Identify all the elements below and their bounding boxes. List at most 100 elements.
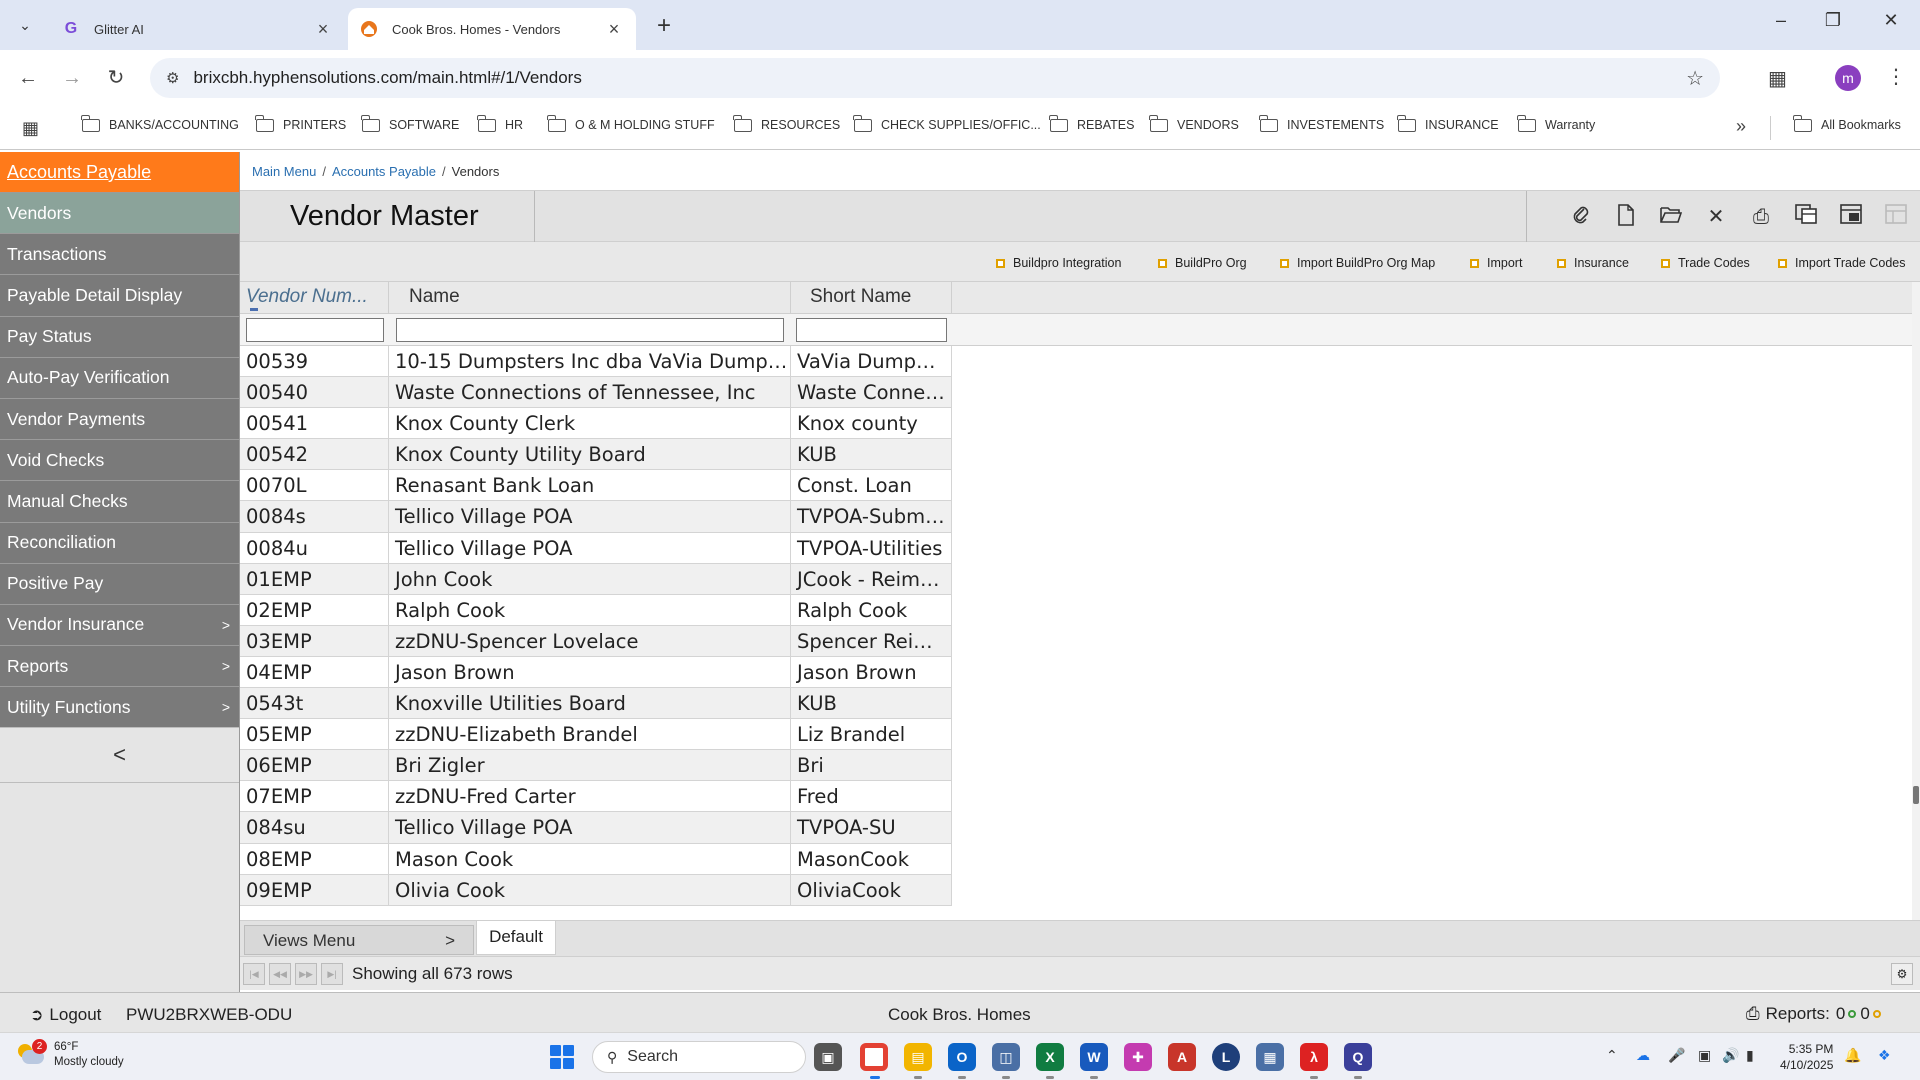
table-row[interactable]: 06EMP Bri Zigler Bri [240, 750, 952, 782]
address-bar[interactable]: ⚙ brixcbh.hyphensolutions.com/main.html#… [150, 58, 1720, 98]
extensions-puzzle-icon[interactable]: ▦ [1768, 66, 1787, 91]
weather-widget[interactable]: 2 66°F Mostly cloudy [18, 1039, 124, 1070]
table-row[interactable]: 0543t Knoxville Utilities Board KUB [240, 688, 952, 720]
browser-tab-glitter[interactable]: G Glitter AI × [50, 8, 345, 50]
sidebar-item-vendors[interactable]: Vendors [0, 192, 239, 234]
sidebar-item-vendor-payments[interactable]: Vendor Payments [0, 397, 239, 440]
app-l-icon[interactable]: L [1212, 1043, 1240, 1071]
columns-icon[interactable] [1793, 204, 1819, 230]
column-header-name[interactable]: Name [389, 282, 791, 314]
outlook-icon[interactable]: O [948, 1043, 976, 1071]
sidebar-item-void-checks[interactable]: Void Checks [0, 439, 239, 481]
network-icon[interactable]: ▣ [1698, 1047, 1711, 1064]
reports-status[interactable]: ⎙ Reports: 0 0 [1746, 1004, 1885, 1024]
minimize-button[interactable]: – [1766, 10, 1796, 31]
sidebar-item-positive-pay[interactable]: Positive Pay [0, 562, 239, 604]
previous-page-icon[interactable]: ◀◀ [269, 963, 291, 985]
more-bookmarks-icon[interactable]: » [1736, 116, 1746, 137]
table-row[interactable]: 03EMP zzDNU-Spencer Lovelace Spencer Reimb… [240, 625, 952, 657]
reload-button[interactable]: ↻ [102, 64, 130, 92]
browser-menu-icon[interactable]: ⋮ [1886, 64, 1906, 89]
table-row[interactable]: 07EMP zzDNU-Fred Carter Fred [240, 781, 952, 813]
breadcrumb-accounts-payable[interactable]: Accounts Payable [332, 164, 436, 179]
table-row[interactable]: 00539 10-15 Dumpsters Inc dba VaVia Dumps… [240, 346, 952, 378]
sidebar-item-auto-pay-verification[interactable]: Auto-Pay Verification [0, 356, 239, 398]
column-header-vendor-number[interactable]: Vendor Num... [240, 282, 389, 314]
tab-search-button[interactable]: ⌄ [10, 10, 40, 40]
scrollbar-thumb[interactable] [1913, 786, 1919, 804]
table-row[interactable]: 09EMP Olivia Cook OliviaCook [240, 874, 952, 906]
table-row[interactable]: 0070L Renasant Bank Loan Const. Loan [240, 470, 952, 502]
table-row[interactable]: 084su Tellico Village POA TVPOA-SU [240, 812, 952, 844]
sidebar-item-reconciliation[interactable]: Reconciliation [0, 521, 239, 563]
profile-avatar[interactable]: m [1835, 65, 1861, 91]
print-icon[interactable]: ⎙ [1748, 204, 1774, 230]
close-icon[interactable]: × [313, 19, 333, 40]
action-trade-codes[interactable]: Trade Codes [1661, 256, 1750, 270]
bookmark-folder[interactable]: Warranty [1517, 114, 1595, 132]
remote-desktop-icon[interactable]: ◫ [992, 1043, 1020, 1071]
view-tab-default[interactable]: Default [476, 921, 556, 955]
bookmark-folder[interactable]: INSURANCE [1397, 114, 1499, 132]
microphone-icon[interactable]: 🎤 [1668, 1047, 1685, 1064]
table-row[interactable]: 05EMP zzDNU-Elizabeth Brandel Liz Brandel [240, 719, 952, 751]
sidebar-item-vendor-insurance[interactable]: Vendor Insurance > [0, 603, 239, 646]
action-import-buildpro-org-map[interactable]: Import BuildPro Org Map [1280, 256, 1435, 270]
taskbar-search[interactable]: ⚲ Search [592, 1041, 806, 1073]
all-bookmarks-folder[interactable]: All Bookmarks [1793, 114, 1901, 132]
back-button[interactable]: ← [14, 64, 42, 92]
filter-vendor-number-input[interactable] [246, 318, 384, 342]
logout-button[interactable]: ➲ Logout [30, 1005, 101, 1025]
last-page-icon[interactable]: ▶| [321, 963, 343, 985]
browser-tab-vendors[interactable]: Cook Bros. Homes - Vendors × [348, 8, 636, 50]
forward-button[interactable]: → [58, 64, 86, 92]
app-q-icon[interactable]: Q [1344, 1043, 1372, 1071]
access-icon[interactable]: A [1168, 1043, 1196, 1071]
table-row[interactable]: 0084u Tellico Village POA TVPOA-Utilities [240, 532, 952, 564]
volume-icon[interactable]: 🔊 [1722, 1047, 1739, 1064]
copilot-icon[interactable]: ❖ [1878, 1047, 1891, 1064]
action-buildpro-org[interactable]: BuildPro Org [1158, 256, 1247, 270]
onedrive-cloud-icon[interactable]: ☁ [1636, 1047, 1650, 1064]
sidebar-item-transactions[interactable]: Transactions [0, 233, 239, 275]
sidebar-item-payable-detail-display[interactable]: Payable Detail Display [0, 274, 239, 316]
bookmark-folder[interactable]: BANKS/ACCOUNTING [81, 114, 239, 132]
bookmark-folder[interactable]: VENDORS [1149, 114, 1239, 132]
sidebar-item-manual-checks[interactable]: Manual Checks [0, 480, 239, 522]
windows-start-icon[interactable] [550, 1045, 574, 1069]
action-insurance[interactable]: Insurance [1557, 256, 1629, 270]
excel-icon[interactable]: X [1036, 1043, 1064, 1071]
bookmark-folder[interactable]: INVESTEMENTS [1259, 114, 1384, 132]
new-tab-button[interactable]: + [652, 12, 676, 40]
table-row[interactable]: 01EMPJohn CookJCook - Reimburse [240, 563, 952, 595]
bookmark-folder[interactable]: RESOURCES [733, 114, 840, 132]
table-row[interactable]: 0084s Tellico Village POA TVPOA-Submittal [240, 501, 952, 533]
sidebar-item-reports[interactable]: Reports > [0, 645, 239, 687]
sidebar-item-utility-functions[interactable]: Utility Functions > [0, 686, 239, 728]
filter-short-name-input[interactable] [796, 318, 947, 342]
export-icon[interactable] [1838, 204, 1864, 230]
calculator-icon[interactable]: ▦ [1256, 1043, 1284, 1071]
pager-settings-icon[interactable]: ⚙ [1891, 963, 1913, 985]
close-window-button[interactable]: ✕ [1876, 10, 1906, 31]
table-row[interactable]: 00541 Knox County Clerk Knox county [240, 408, 952, 440]
views-menu-button[interactable]: Views Menu > [244, 925, 474, 955]
restore-button[interactable]: ❐ [1818, 10, 1848, 31]
column-header-short-name[interactable]: Short Name [791, 282, 952, 314]
action-buildpro-integration[interactable]: Buildpro Integration [996, 256, 1121, 270]
bookmark-folder[interactable]: REBATES [1049, 114, 1134, 132]
site-settings-icon[interactable]: ⚙ [166, 69, 179, 87]
file-explorer-icon[interactable]: ▤ [904, 1043, 932, 1071]
notification-bell-icon[interactable]: 🔔 [1844, 1047, 1861, 1064]
chrome-icon[interactable] [860, 1043, 888, 1071]
bookmark-folder[interactable]: HR [477, 114, 523, 132]
action-import[interactable]: Import [1470, 256, 1522, 270]
delete-x-icon[interactable]: ✕ [1703, 204, 1729, 230]
table-row[interactable]: 04EMP Jason Brown Jason Brown [240, 656, 952, 689]
sidebar-header-accounts-payable[interactable]: Accounts Payable [0, 152, 239, 192]
sidebar-collapse-button[interactable]: < [0, 727, 239, 784]
table-row[interactable]: 00542 Knox County Utility Board KUB [240, 439, 952, 471]
paperclip-icon[interactable] [1568, 204, 1594, 230]
bookmark-folder[interactable]: O & M HOLDING STUFF [547, 114, 715, 132]
system-clock[interactable]: 5:35 PM 4/10/2025 [1780, 1041, 1833, 1073]
